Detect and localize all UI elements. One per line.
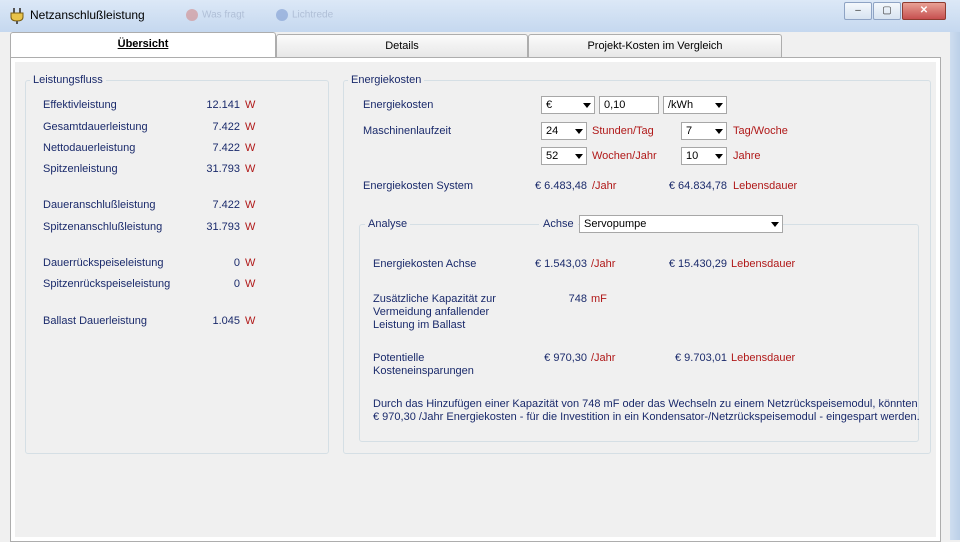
nettodauerleistung-unit: W — [245, 142, 256, 154]
chevron-down-icon — [771, 222, 779, 227]
price-input[interactable]: 0,10 — [599, 96, 659, 114]
currency-select-value: € — [546, 99, 553, 111]
dauerrueckspeiseleistung-unit: W — [245, 257, 256, 269]
nettodauerleistung-value: 7.422 — [212, 142, 240, 154]
effektivleistung-label: Effektivleistung — [43, 99, 117, 111]
achse-label: Achse — [539, 218, 578, 230]
leistungsfluss-title: Leistungsfluss — [30, 74, 106, 86]
effektivleistung-value: 12.141 — [206, 99, 240, 111]
tab-uebersicht[interactable]: Übersicht — [10, 32, 276, 57]
spitzenleistung-label: Spitzenleistung — [43, 163, 118, 175]
price-unit-value: /kWh — [668, 99, 694, 111]
ghost-toolbar-item: Was fragt — [186, 9, 244, 21]
daueranschlussleistung-value: 7.422 — [212, 199, 240, 211]
wochen-unit: Wochen/Jahr — [592, 150, 657, 162]
maschinenlaufzeit-label: Maschinenlaufzeit — [363, 125, 452, 137]
energiekosten-system-label: Energiekosten System — [363, 180, 474, 192]
chevron-down-icon — [575, 129, 583, 134]
wochen-select[interactable]: 52 — [541, 147, 587, 165]
daueranschlussleistung-unit: W — [245, 199, 256, 211]
spitzenrueckspeiseleistung-label: Spitzenrückspeiseleistung — [43, 278, 171, 290]
kapazitaet-label: Zusätzliche Kapazität zur Vermeidung anf… — [373, 293, 496, 331]
title-bar: Netzanschlußleistung Was fragt Lichtrede… — [0, 0, 960, 33]
energiekosten-achse-label: Energiekosten Achse — [373, 258, 477, 270]
chevron-down-icon — [715, 154, 723, 159]
system-life-value: € 64.834,78 — [668, 180, 727, 192]
spitzenleistung-unit: W — [245, 163, 256, 175]
currency-select[interactable]: € — [541, 96, 595, 114]
dauerrueckspeiseleistung-value: 0 — [233, 257, 240, 269]
achse-life-unit: Lebensdauer — [731, 258, 796, 270]
analyse-title: Analyse — [365, 218, 411, 230]
window-body: Übersicht Details Projekt-Kosten im Verg… — [0, 32, 950, 542]
achse-year-value: € 1.543,03 — [535, 258, 587, 270]
gesamtdauerleistung-label: Gesamtdauerleistung — [43, 121, 148, 133]
close-button[interactable]: ✕ — [902, 2, 946, 20]
jahre-select[interactable]: 10 — [681, 147, 727, 165]
chevron-down-icon — [715, 103, 723, 108]
achse-select[interactable]: Servopumpe — [579, 215, 783, 233]
achse-select-value: Servopumpe — [584, 218, 647, 230]
spitzenrueckspeiseleistung-unit: W — [245, 278, 256, 290]
stunden-value: 24 — [546, 125, 559, 137]
stunden-unit: Stunden/Tag — [592, 125, 654, 137]
daueranschlussleistung-label: Daueranschlußleistung — [43, 199, 156, 211]
einsparung-label: Potentielle Kosteneinsparungen — [373, 352, 474, 377]
plug-icon — [10, 8, 24, 24]
chevron-down-icon — [715, 129, 723, 134]
tab-projekt-kosten[interactable]: Projekt-Kosten im Vergleich — [528, 34, 782, 57]
spitzenanschlussleistung-unit: W — [245, 221, 256, 233]
einsparung-year-value: € 970,30 — [544, 352, 587, 364]
price-unit-select[interactable]: /kWh — [663, 96, 727, 114]
spitzenleistung-value: 31.793 — [206, 163, 240, 175]
ghost-toolbar-item: Lichtrede — [276, 9, 333, 21]
gesamtdauerleistung-unit: W — [245, 121, 256, 133]
spitzenanschlussleistung-label: Spitzenanschlußleistung — [43, 221, 163, 233]
analyse-summary: Durch das Hinzufügen einer Kapazität von… — [373, 398, 920, 423]
jahre-unit: Jahre — [733, 150, 761, 162]
chevron-down-icon — [575, 154, 583, 159]
energiekosten-title: Energiekosten — [348, 74, 425, 86]
effektivleistung-unit: W — [245, 99, 256, 111]
stunden-select[interactable]: 24 — [541, 122, 587, 140]
ballast-dauerleistung-label: Ballast Dauerleistung — [43, 315, 147, 327]
jahre-value: 10 — [686, 150, 699, 162]
einsparung-life-unit: Lebensdauer — [731, 352, 796, 364]
spitzenanschlussleistung-value: 31.793 — [206, 221, 240, 233]
maximize-button[interactable]: ▢ — [873, 2, 901, 20]
wochen-value: 52 — [546, 150, 559, 162]
nettodauerleistung-label: Nettodauerleistung — [43, 142, 136, 154]
kapazitaet-value: 748 — [568, 293, 587, 305]
spitzenrueckspeiseleistung-value: 0 — [233, 278, 240, 290]
achse-life-value: € 15.430,29 — [668, 258, 727, 270]
system-life-unit: Lebensdauer — [733, 180, 798, 192]
dauerrueckspeiseleistung-label: Dauerrückspeiseleistung — [43, 257, 164, 269]
window-title: Netzanschlußleistung — [30, 8, 145, 22]
kapazitaet-unit: mF — [591, 293, 607, 305]
system-year-value: € 6.483,48 — [535, 180, 587, 192]
gesamtdauerleistung-value: 7.422 — [212, 121, 240, 133]
achse-year-unit: /Jahr — [591, 258, 616, 270]
tab-details[interactable]: Details — [276, 34, 528, 57]
tage-unit: Tag/Woche — [733, 125, 788, 137]
tage-select[interactable]: 7 — [681, 122, 727, 140]
tage-value: 7 — [686, 125, 693, 137]
ballast-dauerleistung-value: 1.045 — [212, 315, 240, 327]
tab-page-content: Leistungsfluss Effektivleistung 12.141 W… — [15, 62, 936, 537]
einsparung-year-unit: /Jahr — [591, 352, 616, 364]
system-year-unit: /Jahr — [592, 180, 617, 192]
energiekosten-label: Energiekosten — [363, 99, 434, 111]
einsparung-life-value: € 9.703,01 — [675, 352, 727, 364]
tab-page: Leistungsfluss Effektivleistung 12.141 W… — [10, 57, 941, 542]
chevron-down-icon — [583, 103, 591, 108]
minimize-button[interactable]: – — [844, 2, 872, 20]
ballast-dauerleistung-unit: W — [245, 315, 256, 327]
